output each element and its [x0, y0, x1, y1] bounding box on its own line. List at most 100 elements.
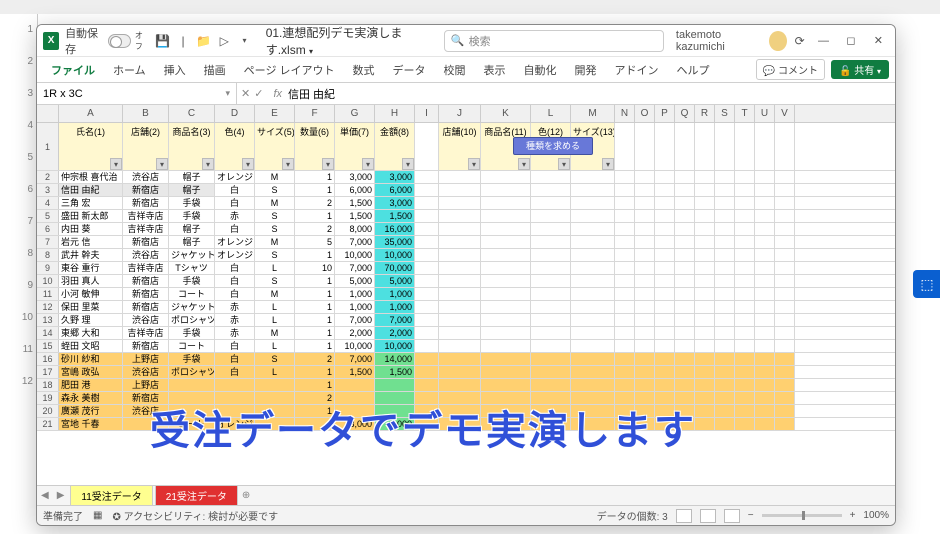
cell[interactable]	[695, 314, 715, 326]
cell[interactable]: M	[255, 327, 295, 339]
cell[interactable]: 1,000	[335, 301, 375, 313]
cell[interactable]	[735, 275, 755, 287]
col-header-J[interactable]: J	[439, 105, 481, 122]
cell[interactable]	[481, 301, 531, 313]
cell[interactable]	[335, 379, 375, 391]
cell[interactable]	[675, 171, 695, 183]
cell[interactable]	[775, 327, 795, 339]
cell[interactable]	[531, 197, 571, 209]
cell[interactable]	[635, 210, 655, 222]
cell[interactable]	[775, 405, 795, 417]
cell[interactable]: 肥田 港	[59, 379, 123, 391]
autosave-toggle[interactable]: 自動保存 オフ	[65, 25, 149, 57]
cell[interactable]	[655, 366, 675, 378]
cell[interactable]: 2	[295, 353, 335, 365]
cell[interactable]	[531, 366, 571, 378]
cell[interactable]	[571, 210, 615, 222]
cell[interactable]	[675, 197, 695, 209]
cell[interactable]	[215, 379, 255, 391]
formula-bar[interactable]: fx信田 由紀	[267, 86, 895, 102]
cell[interactable]: 7,000	[335, 353, 375, 365]
status-macro-icon[interactable]: ▦	[93, 510, 102, 521]
cell[interactable]	[695, 197, 715, 209]
cell[interactable]	[775, 171, 795, 183]
cell[interactable]	[715, 236, 735, 248]
ppt-slide-thumb[interactable]: 9	[0, 270, 37, 302]
cell[interactable]: 吉祥寺店	[123, 327, 169, 339]
cell[interactable]: 宮嶋 政弘	[59, 366, 123, 378]
avatar[interactable]	[769, 31, 787, 51]
cell[interactable]: 7,000	[375, 314, 415, 326]
ribbon-tab-開発[interactable]: 開発	[567, 58, 605, 82]
cell[interactable]	[571, 236, 615, 248]
cell[interactable]: 森永 美樹	[59, 392, 123, 404]
cell[interactable]: オレンジ	[215, 236, 255, 248]
cell[interactable]: 内田 葵	[59, 223, 123, 235]
cell[interactable]	[635, 236, 655, 248]
cell[interactable]	[415, 379, 439, 391]
cell[interactable]	[755, 262, 775, 274]
cell[interactable]	[531, 210, 571, 222]
cell[interactable]	[715, 366, 735, 378]
cell[interactable]: 赤	[215, 301, 255, 313]
cell[interactable]: 羽田 真人	[59, 275, 123, 287]
cell[interactable]	[775, 223, 795, 235]
cell[interactable]	[531, 340, 571, 352]
cell[interactable]	[571, 171, 615, 183]
cell[interactable]	[735, 366, 755, 378]
filter-dropdown-icon[interactable]: ▾	[202, 158, 214, 170]
cell[interactable]: 上野店	[123, 379, 169, 391]
cell[interactable]: 東谷 重行	[59, 262, 123, 274]
cell[interactable]	[775, 275, 795, 287]
cell[interactable]: 6,000	[375, 184, 415, 196]
col-header-S[interactable]: S	[715, 105, 735, 122]
cell[interactable]: 吉祥寺店	[123, 223, 169, 235]
header-cell[interactable]	[675, 123, 695, 170]
cell[interactable]: 白	[215, 288, 255, 300]
cell[interactable]	[481, 366, 531, 378]
cell[interactable]	[735, 262, 755, 274]
cell[interactable]: 3,000	[335, 171, 375, 183]
sheet-nav-prev-icon[interactable]: ◀	[37, 490, 53, 501]
ppt-slide-thumb[interactable]: 2	[0, 46, 37, 78]
cell[interactable]: 赤	[215, 210, 255, 222]
cell[interactable]	[695, 379, 715, 391]
filter-dropdown-icon[interactable]: ▾	[282, 158, 294, 170]
cell[interactable]: 白	[215, 275, 255, 287]
header-cell[interactable]	[735, 123, 755, 170]
cell[interactable]: 白	[215, 197, 255, 209]
cell[interactable]: 1	[295, 184, 335, 196]
cell[interactable]	[481, 210, 531, 222]
cell[interactable]: 1,500	[375, 210, 415, 222]
cell[interactable]	[775, 249, 795, 261]
cell[interactable]	[675, 223, 695, 235]
cell[interactable]	[695, 275, 715, 287]
cell[interactable]	[615, 262, 635, 274]
cell[interactable]: 1	[295, 275, 335, 287]
ribbon-tab-自動化[interactable]: 自動化	[516, 58, 565, 82]
col-header-F[interactable]: F	[295, 105, 335, 122]
enter-fx-icon[interactable]: ✓	[254, 87, 263, 100]
cell[interactable]	[439, 379, 481, 391]
cell[interactable]	[169, 379, 215, 391]
sheet-nav-next-icon[interactable]: ▶	[53, 490, 69, 501]
cell[interactable]: 10	[295, 262, 335, 274]
cell[interactable]: M	[255, 288, 295, 300]
cell[interactable]: 1,000	[375, 288, 415, 300]
zoom-in-icon[interactable]: +	[850, 510, 856, 521]
cell[interactable]: 16,000	[375, 223, 415, 235]
cell[interactable]	[775, 288, 795, 300]
search-box[interactable]: 🔍 検索	[444, 30, 664, 52]
cell[interactable]: 武井 幹夫	[59, 249, 123, 261]
col-header-M[interactable]: M	[571, 105, 615, 122]
cell[interactable]: S	[255, 275, 295, 287]
cell[interactable]	[415, 197, 439, 209]
header-cell[interactable]	[775, 123, 795, 170]
cell[interactable]	[735, 392, 755, 404]
cell[interactable]	[775, 314, 795, 326]
ribbon-tab-数式[interactable]: 数式	[345, 58, 383, 82]
close-icon[interactable]: ✕	[868, 29, 889, 53]
chevron-down-icon[interactable]: ▾	[225, 88, 230, 99]
ribbon-tab-ページ レイアウト[interactable]: ページ レイアウト	[236, 58, 343, 82]
cell[interactable]: 手袋	[169, 353, 215, 365]
